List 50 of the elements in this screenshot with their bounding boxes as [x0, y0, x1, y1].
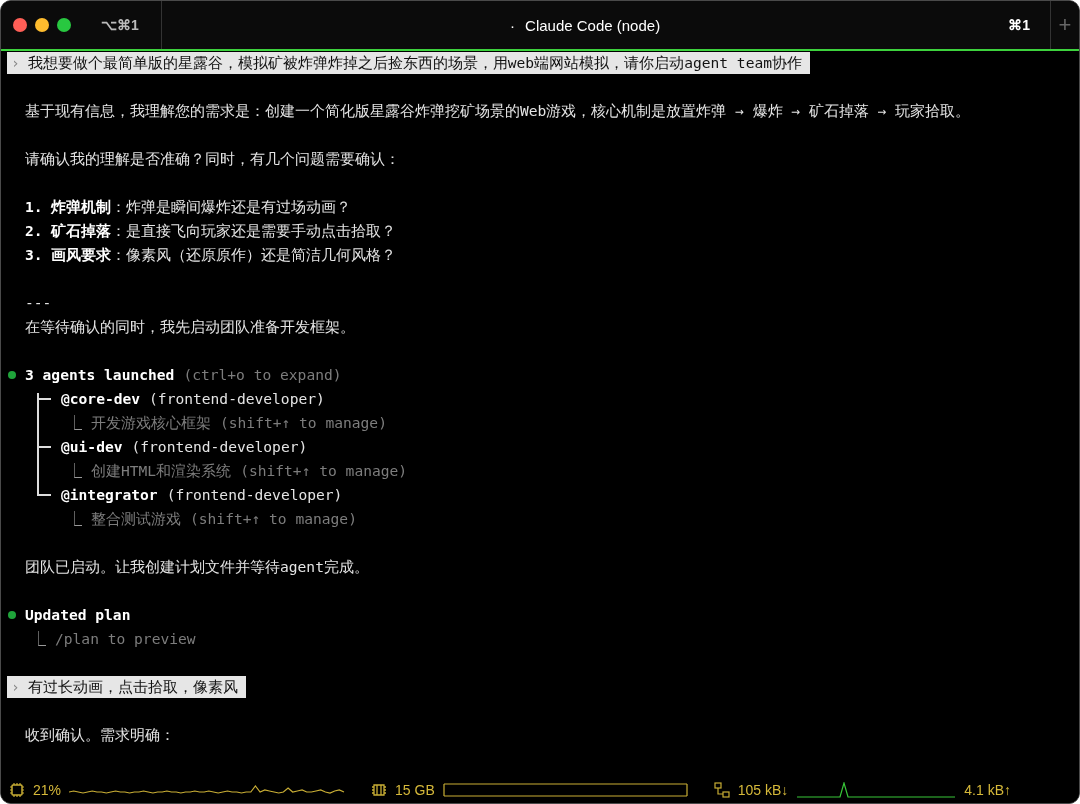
message-text: 基于现有信息，我理解您的需求是：创建一个简化版星露谷炸弹挖矿场景的Web游戏，核心机制是放置炸弹 → 爆炸 → 矿石掉落 → 玩家拾取。 [25, 101, 972, 121]
task-hint: (shift+↑ to manage) [220, 413, 387, 433]
memory-icon [371, 783, 388, 797]
network-icon [713, 782, 730, 798]
status-title: 3 agents launched [25, 365, 175, 385]
window-title: Claude Code (node) [525, 16, 661, 34]
zoom-button[interactable] [57, 18, 71, 32]
message-text: 请确认我的理解是否准确？同时，有几个问题需要确认： [25, 149, 401, 169]
agent-role: (frontend-developer) [166, 485, 343, 505]
agent-task: 整合测试游戏 [91, 509, 181, 529]
subtask-marker: ⎿ [67, 509, 82, 529]
message-text: 在等待确认的同时，我先启动团队准备开发框架。 [25, 317, 356, 337]
status-detail: /plan to preview [55, 629, 196, 649]
message-text: 2. 矿石掉落：是直接飞向玩家还是需要手动点击拾取？ [25, 221, 398, 241]
prompt-chevron: › [11, 677, 20, 697]
agent-role: (frontend-developer) [149, 389, 325, 409]
agent-name: @core-dev [61, 389, 141, 409]
subtask-marker: ⎿ [67, 461, 82, 481]
minimize-button[interactable] [35, 18, 49, 32]
agent-name: @integrator [61, 485, 158, 505]
agent-role: (frontend-developer) [131, 437, 308, 457]
new-tab-button[interactable]: + [1058, 12, 1072, 38]
task-hint: (shift+↑ to manage) [190, 509, 357, 529]
prompt-chevron: › [11, 53, 20, 73]
agent-name: @ui-dev [61, 437, 123, 457]
status-dot [8, 371, 16, 379]
cpu-icon [9, 782, 25, 798]
message-text: 收到确认。需求明确： [25, 725, 176, 745]
status-title: Updated plan [25, 605, 131, 625]
message-text: 3. 画风要求：像素风（还原原作）还是简洁几何风格？ [25, 245, 398, 265]
message-text: 1. 炸弹机制：炸弹是瞬间爆炸还是有过场动画？ [25, 197, 353, 217]
agent-task: 开发游戏核心框架 [91, 413, 211, 433]
status-dot [8, 611, 16, 619]
status-hint: (ctrl+o to expand) [183, 365, 342, 385]
agent-task: 创建HTML和渲染系统 [91, 461, 232, 481]
prompt-text: 有过长动画，点击拾取，像素风 [27, 677, 238, 697]
tab-shortcut: ⌥⌘1 [101, 17, 139, 33]
task-hint: (shift+↑ to manage) [240, 461, 408, 481]
prompt-text: 我想要做个最简单版的星露谷，模拟矿被炸弹炸掉之后捡东西的场景，用web端网站模拟，请你启动agent team协作 [27, 53, 803, 73]
window-shortcut: ⌘1 [1008, 17, 1030, 33]
title-dot: · [510, 16, 516, 34]
message-text: --- [25, 293, 53, 313]
subtask-marker: ⎿ [31, 629, 46, 649]
upload-rate: 4.1 kB↑ [964, 782, 1012, 798]
download-rate: 105 kB↓ [737, 782, 789, 798]
cpu-usage: 21% [33, 782, 62, 798]
subtask-marker: ⎿ [67, 413, 82, 433]
message-text: 团队已启动。让我创建计划文件并等待agent完成。 [25, 557, 370, 577]
memory-usage: 15 GB [395, 782, 435, 798]
close-button[interactable] [13, 18, 27, 32]
